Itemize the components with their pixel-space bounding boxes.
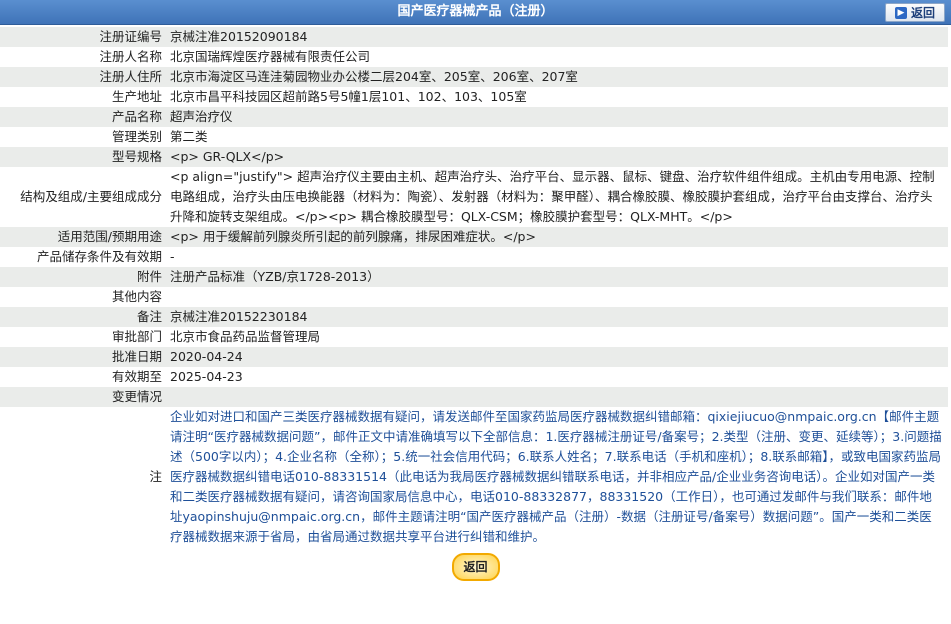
field-value: 北京市海淀区马连洼菊园物业办公楼二层204室、205室、206室、207室 (166, 67, 948, 87)
title-bar: 国产医疗器械产品（注册） ▶ 返回 (0, 0, 951, 25)
detail-row: 注册人名称 北京国瑞辉煌医疗器械有限责任公司 (0, 47, 948, 67)
page-title: 国产医疗器械产品（注册） (397, 4, 554, 19)
detail-row: 审批部门 北京市食品药品监督管理局 (0, 327, 948, 347)
note-row: 注企业如对进口和国产三类医疗器械数据有疑问，请发送邮件至国家药监局医疗器械数据纠… (0, 407, 948, 547)
field-label: 审批部门 (0, 327, 166, 347)
field-value: 京械注准20152090184 (166, 27, 948, 47)
detail-row: 型号规格 <p> GR-QLX</p> (0, 147, 948, 167)
field-value (166, 287, 948, 307)
field-label: 有效期至 (0, 367, 166, 387)
field-value: 第二类 (166, 127, 948, 147)
detail-table: 注册证编号 京械注准20152090184 注册人名称 北京国瑞辉煌医疗器械有限责任公… (0, 27, 948, 547)
detail-row: 适用范围/预期用途 <p> 用于缓解前列腺炎所引起的前列腺痛，排尿困难症状。</p… (0, 227, 948, 247)
back-button-label: 返回 (910, 6, 935, 20)
field-value (166, 387, 948, 407)
detail-row: 附件 注册产品标准（YZB/京1728-2013） (0, 267, 948, 287)
back-button-top[interactable]: ▶ 返回 (885, 3, 945, 22)
field-label: 注册人住所 (0, 67, 166, 87)
detail-row: 产品名称 超声治疗仪 (0, 107, 948, 127)
detail-row: 产品储存条件及有效期 - (0, 247, 948, 267)
detail-row: 有效期至 2025-04-23 (0, 367, 948, 387)
detail-row: 注册证编号 京械注准20152090184 (0, 27, 948, 47)
field-label: 注册证编号 (0, 27, 166, 47)
field-label: 产品名称 (0, 107, 166, 127)
detail-row: 变更情况 (0, 387, 948, 407)
footer: 返回 (0, 553, 951, 581)
field-label: 型号规格 (0, 147, 166, 167)
detail-row: 批准日期 2020-04-24 (0, 347, 948, 367)
detail-row: 管理类别 第二类 (0, 127, 948, 147)
field-label: 注册人名称 (0, 47, 166, 67)
field-label: 产品储存条件及有效期 (0, 247, 166, 267)
detail-row: 备注 京械注准20152230184 (0, 307, 948, 327)
field-label: 结构及组成/主要组成成分 (0, 167, 166, 227)
field-label: 生产地址 (0, 87, 166, 107)
field-value: 2020-04-24 (166, 347, 948, 367)
field-value: 北京国瑞辉煌医疗器械有限责任公司 (166, 47, 948, 67)
detail-row: 其他内容 (0, 287, 948, 307)
field-value: <p align="justify"> 超声治疗仪主要由主机、超声治疗头、治疗平… (166, 167, 948, 227)
field-label: 管理类别 (0, 127, 166, 147)
field-value: 北京市食品药品监督管理局 (166, 327, 948, 347)
field-label: 适用范围/预期用途 (0, 227, 166, 247)
field-value: 北京市昌平科技园区超前路5号5幢1层101、102、103、105室 (166, 87, 948, 107)
detail-row: 生产地址 北京市昌平科技园区超前路5号5幢1层101、102、103、105室 (0, 87, 948, 107)
back-button-bottom[interactable]: 返回 (451, 553, 500, 581)
field-label: 变更情况 (0, 387, 166, 407)
field-value: 2025-04-23 (166, 367, 948, 387)
field-value: 超声治疗仪 (166, 107, 948, 127)
arrow-right-icon: ▶ (894, 6, 907, 19)
note-label: 注 (0, 407, 166, 547)
field-value: - (166, 247, 948, 267)
field-value: 注册产品标准（YZB/京1728-2013） (166, 267, 948, 287)
field-label: 批准日期 (0, 347, 166, 367)
field-label: 附件 (0, 267, 166, 287)
field-label: 备注 (0, 307, 166, 327)
detail-row: 结构及组成/主要组成成分 <p align="justify"> 超声治疗仪主要由… (0, 167, 948, 227)
field-value: 京械注准20152230184 (166, 307, 948, 327)
field-value: <p> GR-QLX</p> (166, 147, 948, 167)
field-label: 其他内容 (0, 287, 166, 307)
field-value: <p> 用于缓解前列腺炎所引起的前列腺痛，排尿困难症状。</p> (166, 227, 948, 247)
detail-row: 注册人住所 北京市海淀区马连洼菊园物业办公楼二层204室、205室、206室、20… (0, 67, 948, 87)
note-text: 企业如对进口和国产三类医疗器械数据有疑问，请发送邮件至国家药监局医疗器械数据纠错… (166, 407, 948, 547)
